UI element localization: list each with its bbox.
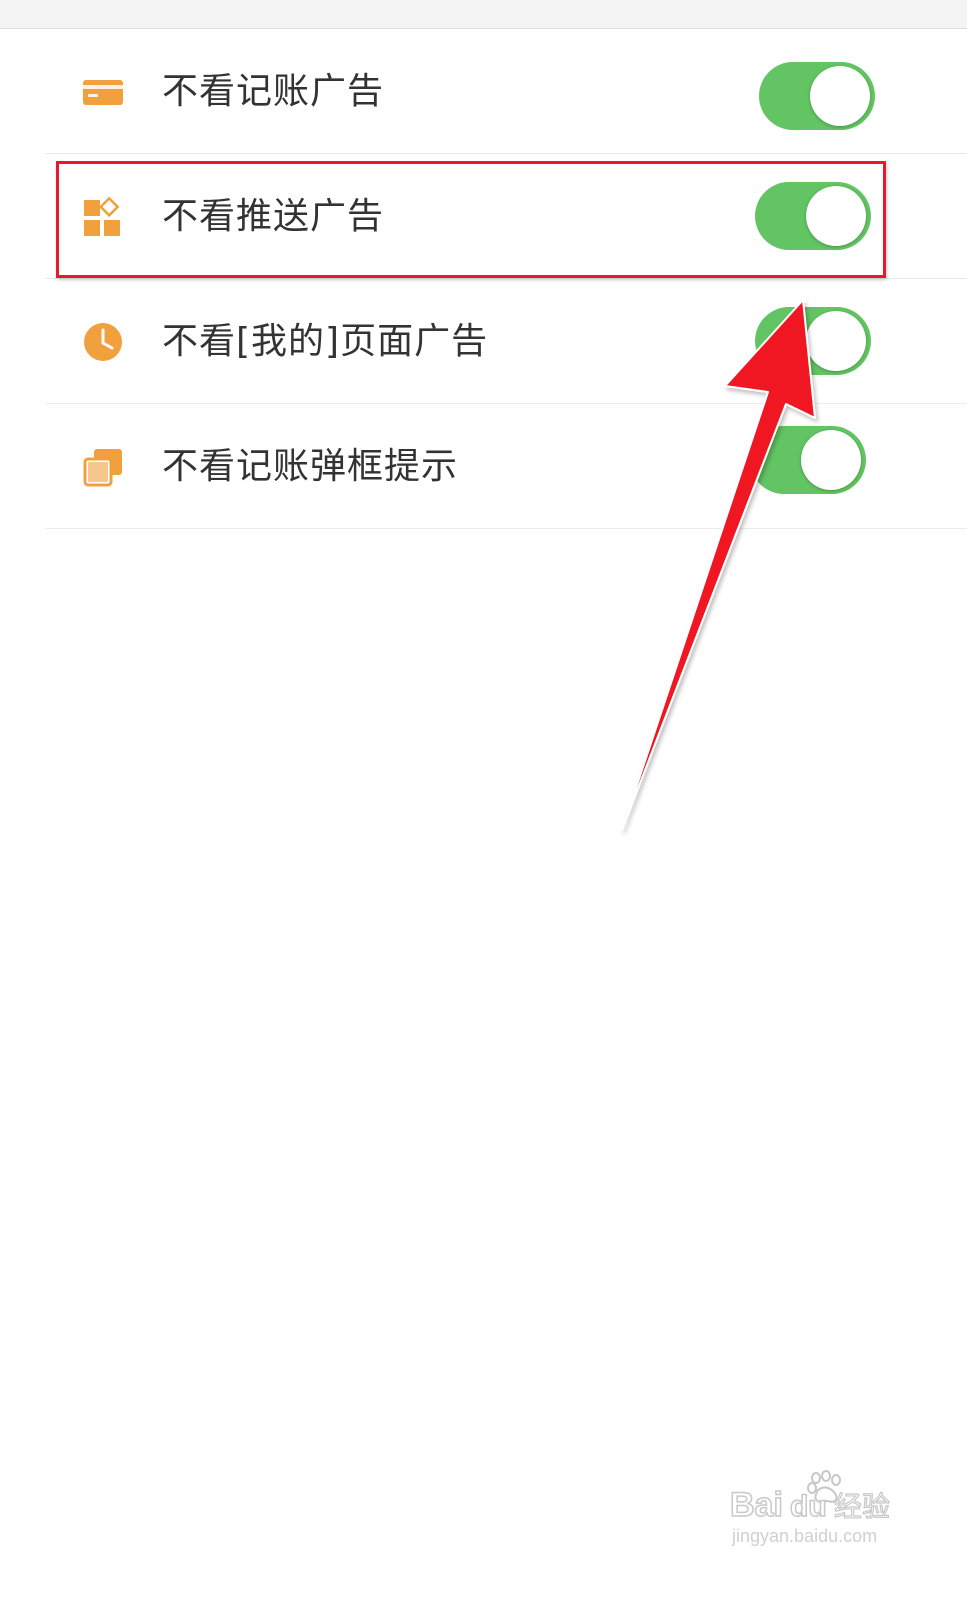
- toggle-knob: [806, 186, 866, 246]
- no-my-page-ads-toggle[interactable]: [755, 307, 871, 375]
- settings-list: 不看记账广告 不看推送广告 不看[我的]页面广告 不看记账弹框提示: [0, 29, 967, 529]
- setting-row-no-my-page-ads: 不看[我的]页面广告: [0, 279, 967, 404]
- no-push-ads-toggle[interactable]: [755, 182, 871, 250]
- no-bookkeeping-ads-toggle[interactable]: [759, 62, 875, 130]
- setting-label: 不看推送广告: [162, 196, 385, 237]
- setting-row-no-bookkeeping-ads: 不看记账广告: [0, 29, 967, 154]
- apps-grid-icon: [82, 196, 124, 238]
- setting-row-no-bookkeeping-popups: 不看记账弹框提示: [0, 404, 967, 529]
- setting-label: 不看记账弹框提示: [162, 446, 459, 487]
- clock-icon: [82, 321, 124, 363]
- top-bar: [0, 0, 967, 29]
- divider: [45, 528, 967, 529]
- toggle-knob: [801, 430, 861, 490]
- setting-label: 不看[我的]页面广告: [162, 321, 489, 362]
- card-icon: [82, 71, 124, 113]
- svg-text:Bai: Bai: [730, 1486, 783, 1524]
- stacked-windows-icon: [82, 446, 124, 488]
- toggle-knob: [810, 66, 870, 126]
- toggle-knob: [806, 311, 866, 371]
- settings-page: 不看记账广告 不看推送广告 不看[我的]页面广告 不看记账弹框提示 Bai du…: [0, 0, 967, 1600]
- setting-row-no-push-ads: 不看推送广告: [0, 154, 967, 279]
- svg-text:经验: 经验: [834, 1490, 890, 1523]
- setting-label: 不看记账广告: [162, 71, 385, 112]
- no-bookkeeping-popups-toggle[interactable]: [750, 426, 866, 494]
- svg-text:jingyan.baidu.com: jingyan.baidu.com: [731, 1526, 877, 1546]
- baidu-jingyan-watermark-logo: Bai du 经验 jingyan.baidu.com: [729, 1470, 891, 1546]
- svg-text:du: du: [790, 1490, 827, 1523]
